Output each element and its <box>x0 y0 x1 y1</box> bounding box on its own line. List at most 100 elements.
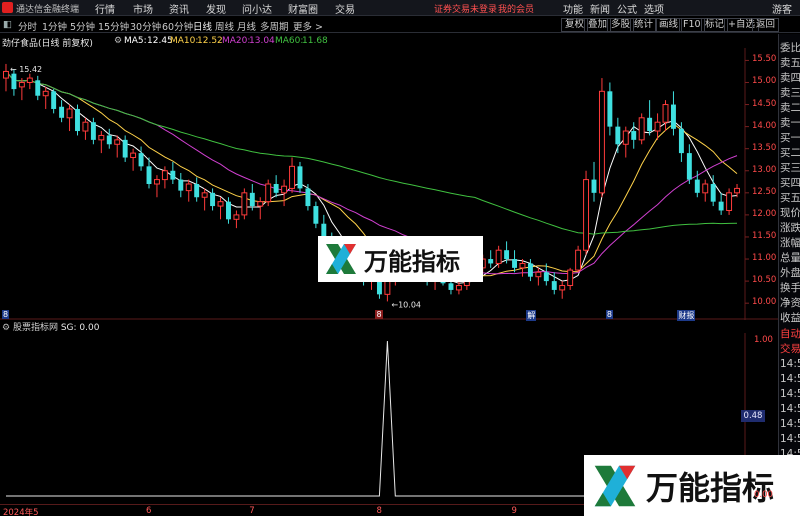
event-marker[interactable]: 财报 <box>677 310 696 321</box>
candle-body <box>575 249 582 271</box>
event-marker[interactable]: 8 <box>1 310 10 319</box>
candle <box>686 144 692 184</box>
indicator-settings-icon[interactable]: ⚙ <box>2 323 10 333</box>
period-tab-monthly[interactable]: 月线 <box>237 19 256 33</box>
member-link[interactable]: 我的会员 <box>498 2 534 15</box>
period-tab-30min[interactable]: 30分钟 <box>130 19 161 33</box>
candle <box>75 104 80 136</box>
candle-body <box>726 192 733 211</box>
candle-body <box>551 281 557 290</box>
candle-body <box>678 128 684 154</box>
candle <box>281 179 288 207</box>
candle-body <box>488 259 494 264</box>
candle <box>18 78 25 101</box>
menu-quotes[interactable]: 行情 <box>95 1 115 16</box>
quote-field-label: 换手 <box>780 282 800 294</box>
indicator-name: 股票指标网 <box>12 323 58 333</box>
ma60-label: MA60: <box>275 36 304 46</box>
candle <box>535 267 542 286</box>
period-tab-more[interactable]: 更多 > <box>293 19 323 33</box>
candle <box>26 73 33 90</box>
menu-headlines[interactable]: 新闻 <box>590 1 610 16</box>
high-marker: ← 15.42 <box>10 65 42 74</box>
ma60-value: 11.68 <box>302 36 328 46</box>
quote-field-label: 卖一 <box>780 117 800 129</box>
candle-body <box>607 91 613 127</box>
candle <box>583 170 590 255</box>
period-tab-multi[interactable]: 多周期 <box>260 19 289 33</box>
candle <box>201 188 208 211</box>
candle-body <box>448 283 454 290</box>
candle-body <box>647 117 653 132</box>
ma10-value: 12.52 <box>197 36 223 46</box>
date-label: 8 <box>376 506 382 516</box>
period-tab-60min[interactable]: 60分钟 <box>162 19 193 33</box>
back-button[interactable]: 返回 <box>752 18 780 32</box>
candle-body <box>305 188 311 207</box>
stats-button[interactable]: 统计 <box>630 18 658 32</box>
quote-field-label: 收益 <box>780 312 800 324</box>
candle-body <box>66 108 73 119</box>
date-label: 6 <box>146 506 152 516</box>
menu-function[interactable]: 功能 <box>563 1 583 16</box>
candle-body <box>313 206 319 224</box>
candle <box>106 128 112 149</box>
period-tab-intraday[interactable]: 分时 <box>18 19 37 33</box>
candle <box>313 201 319 229</box>
candle-body <box>504 250 510 260</box>
menu-guest[interactable]: 游客 <box>772 1 792 16</box>
candle-body <box>217 201 224 207</box>
period-tab-1min[interactable]: 1分钟 <box>42 19 67 33</box>
candle-body <box>734 187 740 194</box>
menu-options[interactable]: 选项 <box>644 1 664 16</box>
candle-body <box>130 152 137 159</box>
candle-body <box>257 201 264 207</box>
menu-market[interactable]: 市场 <box>133 1 153 16</box>
quote-field-label: 买四 <box>780 177 800 189</box>
period-tab-weekly[interactable]: 周线 <box>215 19 234 33</box>
candle-body <box>210 192 216 207</box>
menu-formula[interactable]: 公式 <box>617 1 637 16</box>
menu-trade[interactable]: 交易 <box>335 1 355 16</box>
candle <box>257 197 264 220</box>
candle <box>233 210 240 229</box>
price-tick: 14.50 <box>752 98 777 109</box>
menu-ask[interactable]: 问小达 <box>242 1 272 16</box>
settings-icon[interactable]: ⚙ <box>114 36 122 46</box>
menu-wealth-circle[interactable]: 财富圈 <box>288 1 318 16</box>
candle-body <box>527 263 533 277</box>
candle-body <box>51 91 57 109</box>
indicator-tick: 1.00 <box>754 335 773 345</box>
candle <box>591 161 597 202</box>
candle <box>647 100 653 136</box>
candle <box>702 179 709 202</box>
event-marker[interactable]: 8 <box>375 310 383 319</box>
date-label: 7 <box>249 506 255 516</box>
period-tab-15min[interactable]: 15分钟 <box>98 19 129 33</box>
candle <box>265 179 272 207</box>
event-marker[interactable]: 8 <box>605 310 613 319</box>
candle-body <box>161 170 168 181</box>
candle-body <box>11 73 17 90</box>
menu-news[interactable]: 资讯 <box>169 1 189 16</box>
quote-field-label: 涨跌 <box>780 222 800 234</box>
watermark-logo: 万能指标 <box>318 236 483 282</box>
top-menubar: 通达信金融终端 行情 市场 资讯 发现 问小达 财富圈 交易 证券交易未登录 我… <box>0 0 800 16</box>
draw-line-button[interactable]: 画线 <box>655 18 683 32</box>
candle <box>241 188 248 220</box>
candle-body <box>122 139 128 158</box>
price-tick: 14.00 <box>752 120 777 131</box>
event-marker[interactable]: 解 <box>526 310 537 321</box>
quote-field-label: 14:56 <box>780 388 800 400</box>
period-tab-daily[interactable]: 日线 <box>193 19 212 33</box>
collapse-icon[interactable]: ◧ <box>3 19 12 30</box>
candle <box>3 63 9 92</box>
quote-panel: 委比 卖五 卖四 卖三 卖二 卖一 买一 买二 买三 买四 买五 现价 涨跌 涨幅 总量 外盘 换手 净资 收益 自动… <box>778 34 800 516</box>
candle <box>559 281 566 299</box>
menu-discover[interactable]: 发现 <box>206 1 226 16</box>
period-tab-5min[interactable]: 5分钟 <box>70 19 95 33</box>
candle-body <box>686 153 692 180</box>
login-notice[interactable]: 证券交易未登录 <box>434 2 497 15</box>
candle-body <box>106 135 112 145</box>
price-tick: 15.50 <box>752 54 777 65</box>
